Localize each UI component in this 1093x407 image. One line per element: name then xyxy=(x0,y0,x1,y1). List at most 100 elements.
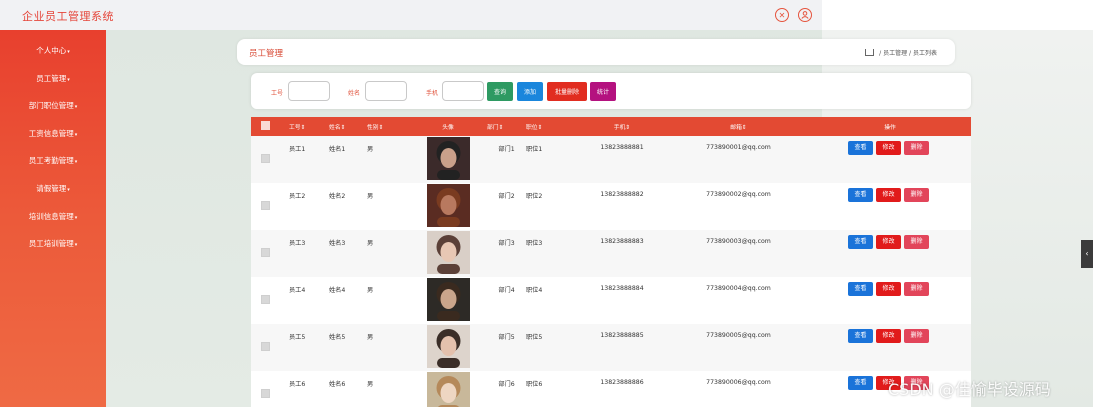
breadcrumb-sep: / xyxy=(909,50,912,57)
chevron-down-icon: ▾ xyxy=(67,49,70,55)
table-row[interactable]: 员工5 姓名5 男 部门5 职位5 13823888885 773890005@qq.com… xyxy=(251,324,971,371)
cell-phone: 13823888885 xyxy=(600,332,644,339)
cell-phone: 13823888886 xyxy=(600,379,644,386)
select-all-checkbox[interactable] xyxy=(261,121,270,130)
cell-job_no: 员工5 xyxy=(289,334,306,341)
sidebar-item-label: 部门职位管理 xyxy=(28,101,74,111)
batch-delete-button[interactable]: 批量删除 xyxy=(547,82,587,101)
col-gender[interactable]: 性别⇕ xyxy=(367,117,409,136)
cell-position: 职位3 xyxy=(526,240,543,247)
delete-button[interactable]: 删除 xyxy=(904,141,929,155)
edit-button[interactable]: 修改 xyxy=(876,329,901,343)
sidebar-item[interactable]: 员工管理▾ xyxy=(0,69,106,89)
breadcrumb: / 员工管理 / 员工列表 xyxy=(865,48,937,57)
chevron-down-icon: ▾ xyxy=(74,104,78,111)
name-input[interactable] xyxy=(365,81,407,101)
sidebar-item[interactable]: 员工培训管理▾ xyxy=(0,234,106,254)
cell-gender: 男 xyxy=(367,381,374,388)
sidebar-item[interactable]: 请假管理▾ xyxy=(0,179,106,199)
collapse-tab[interactable]: ‹ xyxy=(1081,240,1093,268)
cell-dept: 部门3 xyxy=(498,240,515,247)
avatar xyxy=(426,231,470,274)
cell-job_no: 员工4 xyxy=(289,287,306,294)
view-button[interactable]: 查看 xyxy=(848,188,873,202)
avatar xyxy=(426,278,470,321)
avatar xyxy=(426,372,470,407)
cell-dept: 部门5 xyxy=(498,334,515,341)
row-checkbox[interactable] xyxy=(261,295,270,304)
row-checkbox[interactable] xyxy=(261,389,270,398)
sidebar-item-label: 请假管理 xyxy=(36,184,67,193)
expand-icon[interactable]: ✕ xyxy=(775,8,789,22)
view-button[interactable]: 查看 xyxy=(848,235,873,249)
table-row[interactable]: 员工4 姓名4 男 部门4 职位4 13823888884 773890004@qq.com… xyxy=(251,277,971,324)
sidebar-item-label: 员工考勤管理 xyxy=(28,156,74,166)
table-row[interactable]: 员工3 姓名3 男 部门3 职位3 13823888883 773890003@qq.com… xyxy=(251,230,971,277)
view-button[interactable]: 查看 xyxy=(848,282,873,296)
sidebar-item[interactable]: 培训信息管理▾ xyxy=(0,207,106,227)
cell-name: 姓名1 xyxy=(329,146,346,153)
phone-input[interactable] xyxy=(442,81,484,101)
edit-button[interactable]: 修改 xyxy=(876,141,901,155)
table-row[interactable]: 员工6 姓名6 男 部门6 职位6 13823888886 773890006@qq.com… xyxy=(251,371,971,407)
cell-email: 773890004@qq.com xyxy=(706,285,771,292)
cell-name: 姓名2 xyxy=(329,193,346,200)
col-dept[interactable]: 部门⇕ xyxy=(487,117,526,136)
sidebar-item-label: 个人中心 xyxy=(36,46,67,55)
add-button[interactable]: 添加 xyxy=(517,82,543,101)
delete-button[interactable]: 删除 xyxy=(904,282,929,296)
delete-button[interactable]: 删除 xyxy=(904,235,929,249)
breadcrumb-item[interactable]: 员工管理 xyxy=(883,50,907,57)
name-label: 姓名 xyxy=(348,90,361,97)
stats-button[interactable]: 统计 xyxy=(590,82,616,101)
top-strip xyxy=(822,0,1093,30)
cell-email: 773890003@qq.com xyxy=(706,238,771,245)
cell-dept: 部门2 xyxy=(498,193,515,200)
view-button[interactable]: 查看 xyxy=(848,329,873,343)
edit-button[interactable]: 修改 xyxy=(876,188,901,202)
query-button[interactable]: 查询 xyxy=(487,82,513,101)
cell-phone: 13823888881 xyxy=(600,144,644,151)
avatar xyxy=(426,137,470,180)
cell-position: 职位4 xyxy=(526,287,543,294)
cell-dept: 部门6 xyxy=(498,381,515,388)
job-no-input[interactable] xyxy=(288,81,330,101)
home-icon[interactable] xyxy=(865,49,875,56)
sidebar-item[interactable]: 个人中心▾ xyxy=(0,41,106,61)
sidebar-item[interactable]: 员工考勤管理▾ xyxy=(0,151,106,171)
sidebar-item[interactable]: 部门职位管理▾ xyxy=(0,96,106,116)
delete-button[interactable]: 删除 xyxy=(904,188,929,202)
cell-email: 773890002@qq.com xyxy=(706,191,771,198)
sidebar-item[interactable]: 工资信息管理▾ xyxy=(0,124,106,144)
sidebar-item-label: 员工管理 xyxy=(36,73,67,83)
cell-email: 773890006@qq.com xyxy=(706,379,771,386)
col-job-no[interactable]: 工号⇕ xyxy=(289,117,329,136)
breadcrumb-sep: / xyxy=(879,50,882,57)
row-checkbox[interactable] xyxy=(261,154,270,163)
user-icon[interactable] xyxy=(798,8,812,22)
view-button[interactable]: 查看 xyxy=(848,141,873,155)
edit-button[interactable]: 修改 xyxy=(876,235,901,249)
row-checkbox[interactable] xyxy=(261,201,270,210)
table-row[interactable]: 员工2 姓名2 男 部门2 职位2 13823888882 773890002@qq.com… xyxy=(251,183,971,230)
table-row[interactable]: 员工1 姓名1 男 部门1 职位1 13823888881 773890001@qq.com… xyxy=(251,136,971,183)
chevron-down-icon: ▾ xyxy=(67,76,70,83)
col-position[interactable]: 职位⇕ xyxy=(526,117,576,136)
chevron-down-icon: ▾ xyxy=(74,214,78,221)
cell-email: 773890005@qq.com xyxy=(706,332,771,339)
row-checkbox[interactable] xyxy=(261,248,270,257)
cell-phone: 13823888882 xyxy=(600,191,644,198)
table-header: 工号⇕ 姓名⇕ 性别⇕ 头像 部门⇕ 职位⇕ 手机⇕ 邮箱⇕ 操作 xyxy=(251,117,971,136)
col-phone[interactable]: 手机⇕ xyxy=(576,117,668,136)
view-button[interactable]: 查看 xyxy=(848,376,873,390)
col-email[interactable]: 邮箱⇕ xyxy=(668,117,809,136)
delete-button[interactable]: 删除 xyxy=(904,329,929,343)
col-name[interactable]: 姓名⇕ xyxy=(329,117,367,136)
cell-gender: 男 xyxy=(367,146,374,153)
edit-button[interactable]: 修改 xyxy=(876,282,901,296)
page-title: 员工管理 xyxy=(249,49,284,59)
cell-email: 773890001@qq.com xyxy=(706,144,771,151)
avatar xyxy=(426,325,470,368)
row-checkbox[interactable] xyxy=(261,342,270,351)
cell-dept: 部门1 xyxy=(498,146,515,153)
